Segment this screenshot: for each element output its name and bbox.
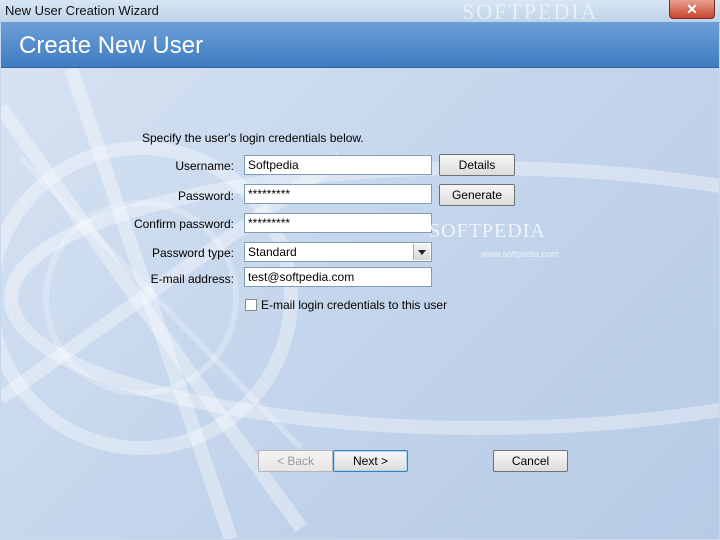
generate-button[interactable]: Generate bbox=[439, 184, 515, 206]
page-title: Create New User bbox=[19, 32, 204, 59]
email-label: E-mail address: bbox=[150, 272, 234, 286]
email-input[interactable]: test@softpedia.com bbox=[244, 267, 432, 287]
window-title: New User Creation Wizard bbox=[5, 3, 159, 18]
chevron-down-icon[interactable] bbox=[413, 244, 430, 260]
next-button[interactable]: Next > bbox=[333, 450, 408, 472]
wizard-window: New User Creation Wizard SOFTPEDIA ✕ Cre… bbox=[0, 0, 720, 540]
email-credentials-label[interactable]: E-mail login credentials to this user bbox=[261, 298, 447, 312]
password-input[interactable]: ********* bbox=[244, 184, 432, 204]
wizard-content: Specify the user's login credentials bel… bbox=[1, 68, 719, 539]
confirm-password-label: Confirm password: bbox=[133, 217, 234, 231]
cancel-button[interactable]: Cancel bbox=[493, 450, 568, 472]
wizard-header: Create New User bbox=[1, 22, 719, 68]
username-input[interactable]: Softpedia bbox=[244, 155, 432, 175]
intro-text: Specify the user's login credentials bel… bbox=[142, 131, 364, 145]
close-button[interactable]: ✕ bbox=[669, 0, 715, 19]
password-label: Password: bbox=[177, 189, 234, 203]
password-type-label: Password type: bbox=[151, 246, 234, 260]
back-button[interactable]: < Back bbox=[258, 450, 333, 472]
email-credentials-checkbox[interactable] bbox=[245, 299, 257, 311]
confirm-password-input[interactable]: ********* bbox=[244, 213, 432, 233]
password-type-value: Standard bbox=[248, 245, 297, 259]
close-icon: ✕ bbox=[686, 1, 698, 17]
password-type-select[interactable]: Standard bbox=[244, 242, 432, 262]
title-bar[interactable]: New User Creation Wizard SOFTPEDIA ✕ bbox=[0, 0, 720, 24]
username-label: Username: bbox=[175, 159, 234, 173]
details-button[interactable]: Details bbox=[439, 154, 515, 176]
